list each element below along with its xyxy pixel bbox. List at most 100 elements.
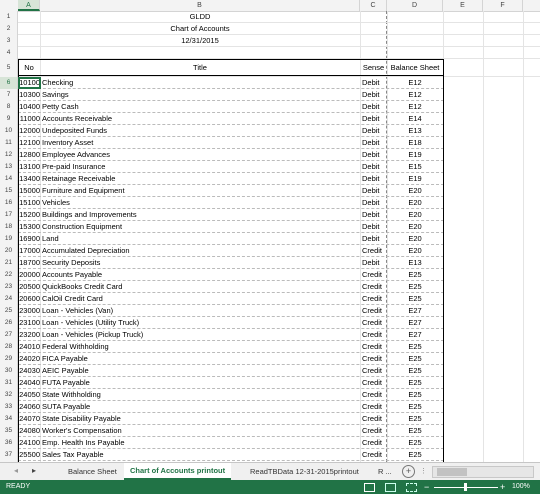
account-no-cell[interactable]: 24020 — [18, 353, 40, 365]
account-sense-cell[interactable]: Credit — [360, 437, 389, 449]
account-title-cell[interactable]: CalOil Credit Card — [40, 293, 360, 305]
account-no-cell[interactable]: 24050 — [18, 389, 40, 401]
row-header-12[interactable]: 12 — [0, 149, 17, 161]
account-no-cell[interactable]: 24060 — [18, 401, 40, 413]
account-title-cell[interactable]: Pre-paid Insurance — [40, 161, 360, 173]
more-dots-icon[interactable]: ⋮ — [420, 467, 427, 475]
header-title[interactable]: Title — [40, 61, 360, 75]
account-title-cell[interactable]: Loan - Vehicles (Utility Truck) — [40, 317, 360, 329]
balance-sheet-ref-cell[interactable]: E27 — [387, 317, 443, 329]
balance-sheet-ref-cell[interactable]: E27 — [387, 305, 443, 317]
account-sense-cell[interactable]: Debit — [360, 185, 389, 197]
column-header-b[interactable]: B — [40, 0, 360, 11]
account-no-cell[interactable]: 23200 — [18, 329, 40, 341]
account-title-cell[interactable]: State Disability Payable — [40, 413, 360, 425]
page-layout-icon[interactable] — [385, 483, 396, 492]
account-no-cell[interactable]: 24030 — [18, 365, 40, 377]
account-title-cell[interactable]: Accounts Receivable — [40, 113, 360, 125]
account-sense-cell[interactable]: Debit — [360, 233, 389, 245]
account-no-cell[interactable]: 12000 — [18, 125, 40, 137]
report-date[interactable]: 12/31/2015 — [40, 35, 360, 47]
account-title-cell[interactable]: Sales Tax Payable — [40, 449, 360, 461]
account-title-cell[interactable]: State Withholding — [40, 389, 360, 401]
balance-sheet-ref-cell[interactable]: E25 — [387, 269, 443, 281]
balance-sheet-ref-cell[interactable]: E25 — [387, 365, 443, 377]
zoom-slider-thumb[interactable] — [464, 483, 467, 491]
balance-sheet-ref-cell[interactable]: E25 — [387, 425, 443, 437]
account-title-cell[interactable]: Loan - Vehicles (Van) — [40, 305, 360, 317]
account-no-cell[interactable]: 23100 — [18, 317, 40, 329]
column-header-e[interactable]: E — [443, 0, 483, 11]
account-title-cell[interactable]: Construction Equipment — [40, 221, 360, 233]
row-header-15[interactable]: 15 — [0, 185, 17, 197]
account-sense-cell[interactable]: Credit — [360, 389, 389, 401]
account-no-cell[interactable]: 17000 — [18, 245, 40, 257]
row-header-20[interactable]: 20 — [0, 245, 17, 257]
zoom-out-icon[interactable]: − — [424, 480, 429, 494]
row-header-11[interactable]: 11 — [0, 137, 17, 149]
column-header-d[interactable]: D — [387, 0, 443, 11]
account-no-cell[interactable]: 20500 — [18, 281, 40, 293]
balance-sheet-ref-cell[interactable]: E25 — [387, 449, 443, 461]
account-no-cell[interactable]: 25500 — [18, 449, 40, 461]
balance-sheet-ref-cell[interactable]: E12 — [387, 77, 443, 89]
row-header-3[interactable]: 3 — [0, 35, 17, 47]
row-header-28[interactable]: 28 — [0, 341, 17, 353]
account-no-cell[interactable]: 10400 — [18, 101, 40, 113]
account-title-cell[interactable]: Accumulated Depreciation — [40, 245, 360, 257]
row-header-26[interactable]: 26 — [0, 317, 17, 329]
account-sense-cell[interactable]: Credit — [360, 413, 389, 425]
balance-sheet-ref-cell[interactable]: E19 — [387, 149, 443, 161]
account-title-cell[interactable]: Inventory Asset — [40, 137, 360, 149]
row-header-31[interactable]: 31 — [0, 377, 17, 389]
account-no-cell[interactable]: 23000 — [18, 305, 40, 317]
column-header-f[interactable]: F — [483, 0, 523, 11]
account-no-cell[interactable]: 15200 — [18, 209, 40, 221]
account-title-cell[interactable]: Buildings and Improvements — [40, 209, 360, 221]
normal-view-icon[interactable] — [364, 483, 375, 492]
account-no-cell[interactable]: 20600 — [18, 293, 40, 305]
account-sense-cell[interactable]: Credit — [360, 449, 389, 461]
row-header-2[interactable]: 2 — [0, 23, 17, 35]
row-header-5[interactable]: 5 — [0, 59, 17, 77]
account-title-cell[interactable]: Land — [40, 233, 360, 245]
row-header-36[interactable]: 36 — [0, 437, 17, 449]
account-no-cell[interactable]: 24100 — [18, 437, 40, 449]
account-sense-cell[interactable]: Debit — [360, 77, 389, 89]
account-title-cell[interactable]: Employee Advances — [40, 149, 360, 161]
account-sense-cell[interactable]: Credit — [360, 329, 389, 341]
account-no-cell[interactable]: 24070 — [18, 413, 40, 425]
account-sense-cell[interactable]: Debit — [360, 137, 389, 149]
balance-sheet-ref-cell[interactable]: E25 — [387, 293, 443, 305]
balance-sheet-ref-cell[interactable]: E25 — [387, 401, 443, 413]
balance-sheet-ref-cell[interactable]: E20 — [387, 209, 443, 221]
account-no-cell[interactable]: 13400 — [18, 173, 40, 185]
spreadsheet-grid[interactable]: A B C D E F 1 2 3 4 5 6 7 8 9 10 11 12 13 14 15 16 17 18 1… — [0, 0, 540, 462]
account-title-cell[interactable]: Checking — [40, 77, 360, 89]
zoom-level[interactable]: 100% — [512, 480, 530, 494]
account-title-cell[interactable]: Accounts Payable — [40, 269, 360, 281]
horizontal-scrollbar[interactable] — [432, 466, 534, 478]
account-sense-cell[interactable]: Debit — [360, 89, 389, 101]
account-title-cell[interactable]: Emp. Health Ins Payable — [40, 437, 360, 449]
account-sense-cell[interactable]: Credit — [360, 401, 389, 413]
row-header-4[interactable]: 4 — [0, 47, 17, 59]
account-sense-cell[interactable]: Credit — [360, 245, 389, 257]
account-no-cell[interactable]: 24010 — [18, 341, 40, 353]
account-no-cell[interactable]: 15300 — [18, 221, 40, 233]
account-title-cell[interactable]: SUTA Payable — [40, 401, 360, 413]
balance-sheet-ref-cell[interactable]: E25 — [387, 377, 443, 389]
account-sense-cell[interactable]: Credit — [360, 341, 389, 353]
header-no[interactable]: No — [18, 61, 40, 75]
row-header-33[interactable]: 33 — [0, 401, 17, 413]
tab-more[interactable]: R ... — [374, 463, 396, 480]
account-sense-cell[interactable]: Credit — [360, 281, 389, 293]
account-title-cell[interactable]: Undeposited Funds — [40, 125, 360, 137]
balance-sheet-ref-cell[interactable]: E12 — [387, 101, 443, 113]
row-header-24[interactable]: 24 — [0, 293, 17, 305]
column-header-a[interactable]: A — [18, 0, 40, 11]
account-sense-cell[interactable]: Debit — [360, 161, 389, 173]
balance-sheet-ref-cell[interactable]: E20 — [387, 233, 443, 245]
account-sense-cell[interactable]: Debit — [360, 209, 389, 221]
account-sense-cell[interactable]: Debit — [360, 197, 389, 209]
